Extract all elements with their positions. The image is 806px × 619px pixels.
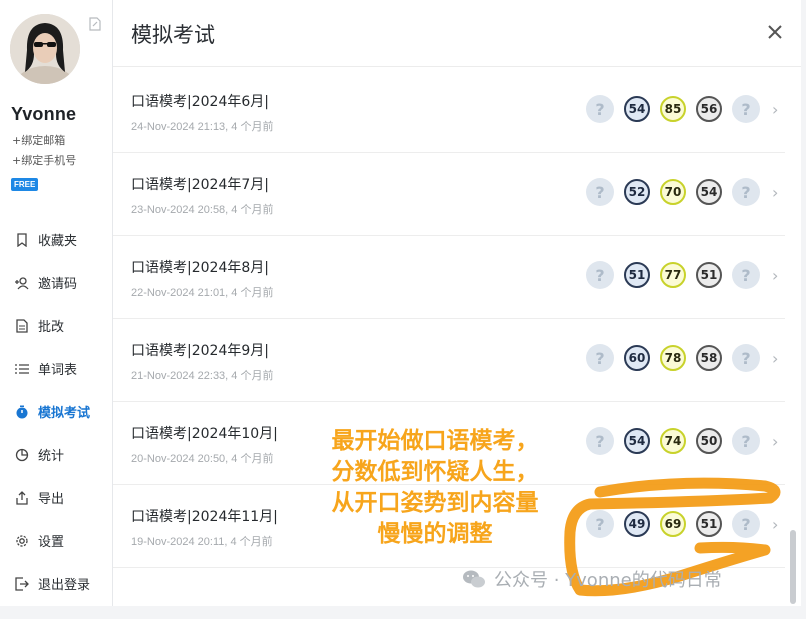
chevron-right-icon[interactable]: › [772,266,778,285]
chevron-right-icon[interactable]: › [772,349,778,368]
exam-timestamp: 20-Nov-2024 20:50, 4 个月前 [131,453,274,465]
score-badge: 60 [624,345,650,371]
users-plus-icon [14,275,30,291]
logout-icon [14,576,30,592]
plan-badge: FREE [11,178,39,191]
page-title: 模拟考试 [131,23,215,47]
exam-row[interactable]: 口语模考|2024年9月| 21-Nov-2024 22:33, 4 个月前? 60… [113,319,785,402]
score-badge: 51 [696,262,722,288]
sidebar-item-stats[interactable]: 统计 [0,433,112,476]
sidebar-item-logout[interactable]: 退出登录 [0,562,112,605]
edit-icon[interactable] [88,16,102,31]
username: Yvonne [11,104,77,124]
chevron-right-icon[interactable]: › [772,432,778,451]
sidebar-item-invite[interactable]: 邀请码 [0,261,112,304]
avatar[interactable] [10,14,80,84]
score-group: ? 54 85 56? › [586,94,778,124]
score-placeholder-icon: ? [732,95,760,123]
exam-title: 口语模考|2024年10月| [131,426,278,442]
sidebar-item-label: 单词表 [38,363,78,378]
exam-row[interactable]: 口语模考|2024年8月| 22-Nov-2024 21:01, 4 个月前? 51… [113,236,785,319]
score-group: ? 60 78 58? › [586,343,778,373]
close-icon [765,25,785,46]
sidebar-item-favorites[interactable]: 收藏夹 [0,218,112,261]
sidebar-item-label: 模拟考试 [38,406,91,421]
annotation-line: 慢慢的调整 [377,521,493,547]
watermark: 公众号 · Yvonne的代码日常 [462,566,722,592]
exam-title: 口语模考|2024年8月| [131,260,269,276]
pie-chart-icon [14,447,30,463]
header-divider [113,66,801,67]
exam-timestamp: 21-Nov-2024 22:33, 4 个月前 [131,370,274,382]
score-badge: 58 [696,345,722,371]
exam-title: 口语模考|2024年11月| [131,509,278,525]
score-placeholder-icon: ? [586,344,614,372]
sidebar-item-label: 导出 [38,492,65,507]
score-placeholder-icon: ? [732,261,760,289]
sidebar-item-settings[interactable]: 设置 [0,519,112,562]
score-badge: 74 [660,428,686,454]
exam-row[interactable]: 口语模考|2024年7月| 23-Nov-2024 20:58, 4 个月前? 52… [113,153,785,236]
document-icon [14,318,30,334]
score-badge: 78 [660,345,686,371]
sidebar-item-mock-exam[interactable]: 模拟考试 [0,390,112,433]
annotation-line: 从开口姿势到内容量 [331,490,539,516]
score-badge: 77 [660,262,686,288]
score-badge: 56 [696,96,722,122]
exam-title: 口语模考|2024年7月| [131,177,269,193]
exam-title: 口语模考|2024年6月| [131,94,269,110]
exam-row[interactable]: 口语模考|2024年6月| 24-Nov-2024 21:13, 4 个月前? 54… [113,70,785,153]
score-badge: 51 [624,262,650,288]
sidebar-item-export[interactable]: 导出 [0,476,112,519]
score-placeholder-icon: ? [586,427,614,455]
score-badge: 54 [696,179,722,205]
exam-timestamp: 23-Nov-2024 20:58, 4 个月前 [131,204,274,216]
score-placeholder-icon: ? [732,178,760,206]
score-placeholder-icon: ? [586,261,614,289]
exam-title: 口语模考|2024年9月| [131,343,269,359]
export-icon [14,490,30,506]
sidebar-item-label: 设置 [38,535,65,550]
sidebar-item-label: 批改 [38,320,65,335]
score-badge: 50 [696,428,722,454]
sidebar-item-label: 邀请码 [38,277,78,292]
exam-timestamp: 19-Nov-2024 20:11, 4 个月前 [131,536,273,548]
sidebar-item-label: 收藏夹 [38,234,78,249]
annotation-line: 分数低到怀疑人生， [331,459,539,485]
scrollbar[interactable] [790,530,796,604]
score-badge: 54 [624,96,650,122]
bookmark-icon [14,232,30,248]
annotation-line: 最开始做口语模考， [331,428,539,454]
score-placeholder-icon: ? [586,178,614,206]
close-button[interactable] [765,22,785,42]
sidebar-item-review[interactable]: 批改 [0,304,112,347]
sidebar-item-wordlist[interactable]: 单词表 [0,347,112,390]
sidebar-nav: 收藏夹 邀请码 批改 单词表 模拟考试 统计 导出 设置 退出登录 [0,218,112,605]
sidebar: Yvonne +绑定邮箱 +绑定手机号 FREE 收藏夹 邀请码 批改 单词表 … [0,0,113,606]
watermark-text: 公众号 · Yvonne的代码日常 [494,570,722,591]
chevron-right-icon[interactable]: › [772,100,778,119]
list-icon [14,361,30,377]
sidebar-item-label: 统计 [38,449,65,464]
sidebar-item-label: 退出登录 [38,578,91,593]
chevron-right-icon[interactable]: › [772,183,778,202]
score-badge: 85 [660,96,686,122]
bind-email-link[interactable]: +绑定邮箱 [12,132,65,148]
score-badge: 52 [624,179,650,205]
stopwatch-icon [14,404,30,420]
score-placeholder-icon: ? [732,427,760,455]
annotation-text: 最开始做口语模考， 分数低到怀疑人生， 从开口姿势到内容量 慢慢的调整 [305,426,565,550]
wechat-icon [462,569,486,589]
score-placeholder-icon: ? [732,344,760,372]
score-badge: 70 [660,179,686,205]
score-placeholder-icon: ? [586,95,614,123]
exam-timestamp: 24-Nov-2024 21:13, 4 个月前 [131,121,274,133]
score-group: ? 52 70 54? › [586,177,778,207]
gear-icon [14,533,30,549]
exam-timestamp: 22-Nov-2024 21:01, 4 个月前 [131,287,274,299]
score-badge: 54 [624,428,650,454]
bind-phone-link[interactable]: +绑定手机号 [12,152,76,168]
score-group: ? 51 77 51? › [586,260,778,290]
score-group: ? 54 74 50? › [586,426,778,456]
